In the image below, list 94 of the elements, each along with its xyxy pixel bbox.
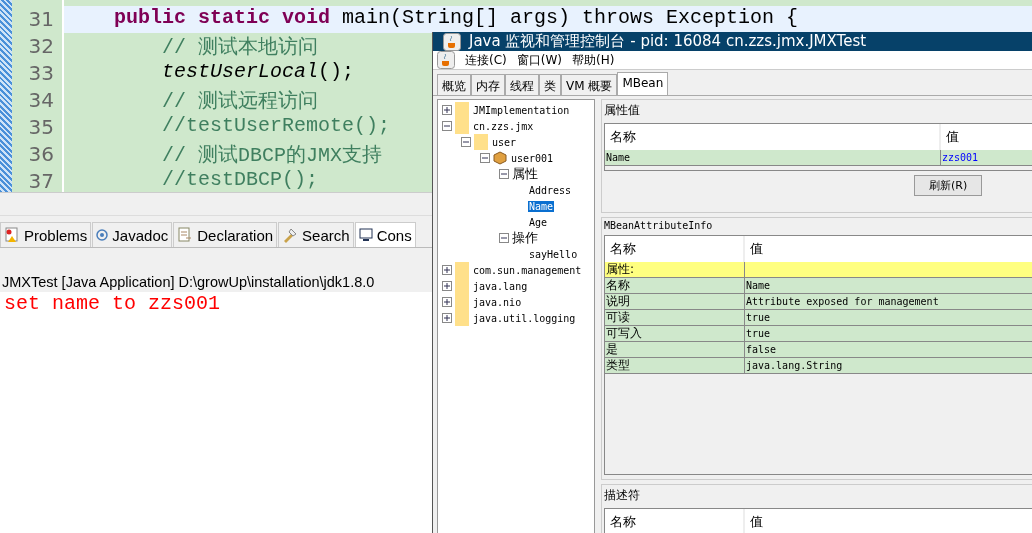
- folder-icon: [455, 118, 469, 134]
- at-icon: [96, 229, 109, 241]
- folder-icon: [474, 134, 488, 150]
- document-icon: [177, 227, 194, 243]
- java-cup-icon: [437, 51, 455, 69]
- line-number: 32: [27, 33, 55, 60]
- code-line: //testDBCP();: [162, 168, 319, 191]
- collapse-icon[interactable]: [461, 137, 471, 147]
- view-tab[interactable]: Declaration: [173, 222, 278, 247]
- table-cell[interactable]: zzs001: [941, 150, 1032, 166]
- refresh-button[interactable]: 刷新(R): [914, 175, 983, 196]
- tree-item[interactable]: java.nio: [472, 296, 523, 308]
- tree-item[interactable]: user001: [510, 152, 555, 164]
- view-tab[interactable]: Search: [278, 222, 354, 247]
- menu-item[interactable]: 帮助(H): [572, 51, 615, 69]
- menu-item[interactable]: 连接(C): [465, 51, 507, 69]
- line-number: 34: [27, 87, 55, 114]
- line-number: 31: [27, 6, 55, 33]
- table-cell: 是: [605, 342, 745, 358]
- expand-icon[interactable]: [442, 313, 452, 323]
- table-cell: 属性:: [605, 262, 745, 278]
- table-cell: 可写入: [605, 326, 745, 342]
- table-cell: 说明: [605, 294, 745, 310]
- column-header[interactable]: 名称: [605, 509, 745, 533]
- tab[interactable]: 线程: [505, 74, 539, 95]
- menu-item[interactable]: 窗口(W): [516, 51, 562, 69]
- warning-icon: [4, 227, 20, 243]
- line-number: 36: [27, 141, 55, 168]
- column-header[interactable]: 值: [941, 124, 1032, 150]
- group-title: MBeanAttributeInfo: [604, 220, 714, 231]
- monitor-icon: [358, 228, 373, 242]
- table-cell: Attribute exposed for management: [745, 294, 1032, 310]
- expand-icon[interactable]: [442, 297, 452, 307]
- expand-icon[interactable]: [442, 281, 452, 291]
- collapse-icon[interactable]: [442, 121, 452, 131]
- collapse-icon[interactable]: [499, 233, 509, 243]
- collapse-icon[interactable]: [480, 153, 490, 163]
- tree-item[interactable]: JMImplementation: [472, 104, 571, 116]
- code-line: // 测试本地访问: [162, 36, 318, 59]
- view-tab[interactable]: Problems: [0, 222, 92, 247]
- tree-item[interactable]: Age: [528, 216, 549, 228]
- column-header[interactable]: 值: [745, 509, 1032, 533]
- group-title: 描述符: [604, 487, 641, 504]
- table-cell: Name: [745, 278, 1032, 294]
- tree-item[interactable]: java.util.logging: [472, 312, 577, 324]
- code-line: // 测试远程访问: [162, 90, 318, 113]
- folder-icon: [455, 262, 469, 278]
- tab[interactable]: MBean: [617, 72, 669, 95]
- view-tab[interactable]: Cons: [354, 222, 416, 247]
- tab[interactable]: VM 概要: [561, 74, 618, 95]
- folder-icon: [455, 310, 469, 326]
- console-title: JMXTest [Java Application] D:\growUp\installation\jdk1.8.0: [2, 274, 375, 290]
- code-line: testUserLocal();: [162, 60, 355, 83]
- view-tab[interactable]: Javadoc: [92, 222, 173, 247]
- flashlight-icon: [282, 227, 299, 243]
- table-cell: 类型: [605, 358, 745, 374]
- tree-item[interactable]: 属性: [512, 165, 538, 183]
- table-cell: true: [745, 326, 1032, 342]
- java-cup-icon: [443, 32, 461, 51]
- tab[interactable]: 类: [539, 74, 561, 95]
- code-line: //testUserRemote();: [162, 114, 391, 137]
- group-title: 属性值: [604, 102, 641, 119]
- column-header[interactable]: 名称: [605, 124, 941, 150]
- folder-icon: [455, 102, 469, 118]
- tree-item[interactable]: cn.zzs.jmx: [472, 120, 535, 132]
- tab[interactable]: 概览: [437, 74, 471, 95]
- table-cell: true: [745, 310, 1032, 326]
- tree-item[interactable]: Name: [528, 200, 555, 212]
- table-cell: false: [745, 342, 1032, 358]
- tree-item[interactable]: sayHello: [528, 248, 579, 260]
- horizontal-scrollbar[interactable]: [0, 193, 432, 216]
- line-number: 35: [27, 114, 55, 141]
- collapse-icon[interactable]: [499, 169, 509, 179]
- bean-icon: [493, 151, 507, 165]
- code-line: // 测试DBCP的JMX支持: [162, 144, 383, 167]
- table-cell: 名称: [605, 278, 745, 294]
- table-cell: 可读: [605, 310, 745, 326]
- column-header[interactable]: 值: [745, 236, 1032, 262]
- expand-icon[interactable]: [442, 265, 452, 275]
- tree-item[interactable]: Address: [528, 184, 573, 196]
- tree-item[interactable]: user: [491, 136, 518, 148]
- expand-icon[interactable]: [442, 105, 452, 115]
- table-cell: java.lang.String: [745, 358, 1032, 374]
- table-cell: Name: [605, 150, 941, 166]
- tree-item[interactable]: java.lang: [472, 280, 529, 292]
- line-number: 33: [27, 60, 55, 87]
- line-number: 37: [27, 168, 55, 195]
- tab[interactable]: 内存: [471, 74, 505, 95]
- tree-item[interactable]: com.sun.management: [472, 264, 583, 276]
- code-line: public static void main(String[] args) throws Exception {: [114, 6, 799, 29]
- column-header[interactable]: 名称: [605, 236, 745, 262]
- tree-item[interactable]: 操作: [512, 229, 538, 247]
- console-output: set name to zzs001: [3, 292, 221, 315]
- window-title: Java 监视和管理控制台 - pid: 16084 cn.zzs.jmx.JMXTest: [469, 32, 867, 51]
